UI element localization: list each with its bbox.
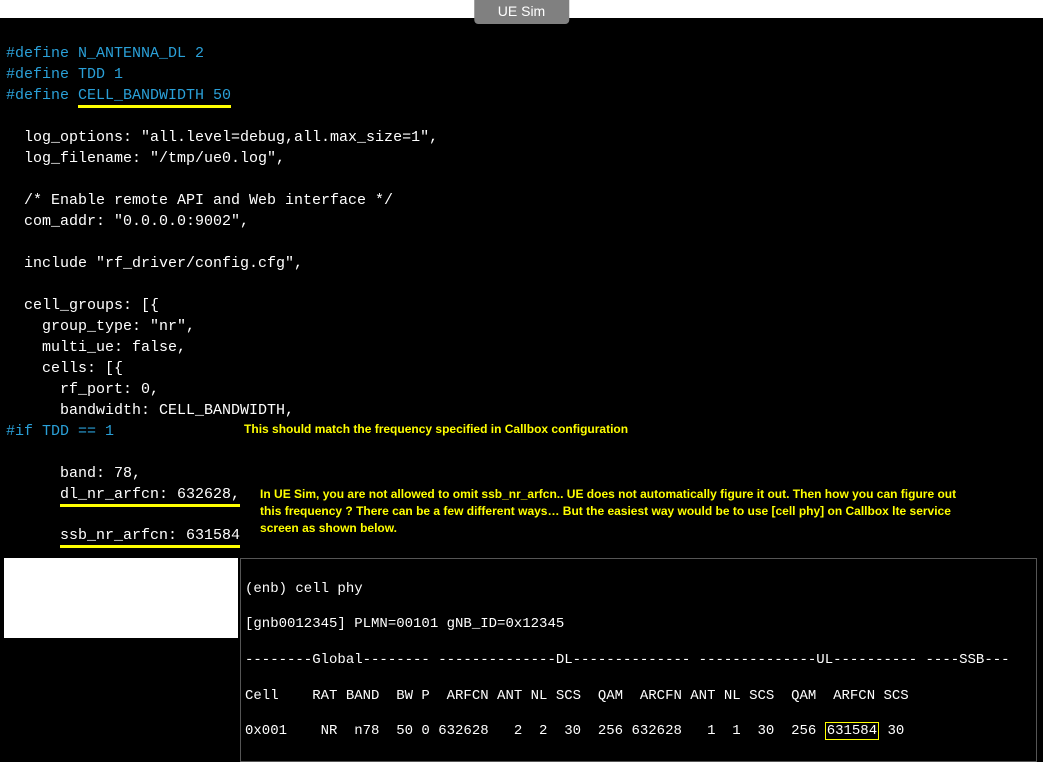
bandwidth: bandwidth: CELL_BANDWIDTH, (6, 402, 294, 419)
ssb-arfcn-pre (6, 527, 60, 544)
cli-row-b: 30 (879, 723, 904, 739)
cli-gnb-id: [gnb0012345] PLMN=00101 gNB_ID=0x12345 (245, 616, 1032, 632)
define-n-antenna: #define N_ANTENNA_DL 2 (6, 45, 204, 62)
cli-columns: Cell RAT BAND BW P ARFCN ANT NL SCS QAM … (245, 688, 1032, 704)
band: band: 78, (6, 465, 141, 482)
cell-groups-open: cell_groups: [{ (6, 297, 159, 314)
if-tdd: #if TDD == 1 (6, 421, 114, 442)
comment-remote-api: /* Enable remote API and Web interface *… (6, 192, 393, 209)
multi-ue: multi_ue: false, (6, 339, 186, 356)
log-filename: log_filename: "/tmp/ue0.log", (6, 150, 285, 167)
cli-ssb-arfcn-box: 631584 (825, 722, 879, 740)
dl-nr-arfcn: dl_nr_arfcn: 632628, (60, 486, 240, 507)
cli-header-sep: --------Global-------- --------------DL-… (245, 652, 1032, 668)
define-tdd: #define TDD 1 (6, 66, 123, 83)
log-options: log_options: "all.level=debug,all.max_si… (6, 129, 438, 146)
group-type: group_type: "nr", (6, 318, 195, 335)
code-block: #define N_ANTENNA_DL 2 #define TDD 1 #de… (0, 18, 1043, 588)
dl-arfcn-pre (6, 486, 60, 503)
com-addr: com_addr: "0.0.0.0:9002", (6, 213, 249, 230)
annotation-ssb-explain: In UE Sim, you are not allowed to omit s… (240, 484, 980, 536)
tab-ue-sim[interactable]: UE Sim (474, 0, 569, 24)
include-line: include "rf_driver/config.cfg", (6, 255, 303, 272)
cli-row: 0x001 NR n78 50 0 632628 2 2 30 256 6326… (245, 723, 1032, 739)
ssb-nr-arfcn: ssb_nr_arfcn: 631584 (60, 527, 240, 548)
rf-port: rf_port: 0, (6, 381, 159, 398)
cells-open: cells: [{ (6, 360, 123, 377)
cli-row-a: 0x001 NR n78 50 0 632628 2 2 30 256 6326… (245, 723, 825, 739)
cli-prompt: (enb) cell phy (245, 581, 1032, 597)
define-cell-bw-pre: #define (6, 87, 78, 104)
white-strip (4, 558, 238, 638)
cli-output: (enb) cell phy [gnb0012345] PLMN=00101 g… (240, 558, 1037, 762)
define-cell-bw: CELL_BANDWIDTH 50 (78, 87, 231, 108)
annotation-freq-match: This should match the frequency specifie… (114, 421, 628, 438)
